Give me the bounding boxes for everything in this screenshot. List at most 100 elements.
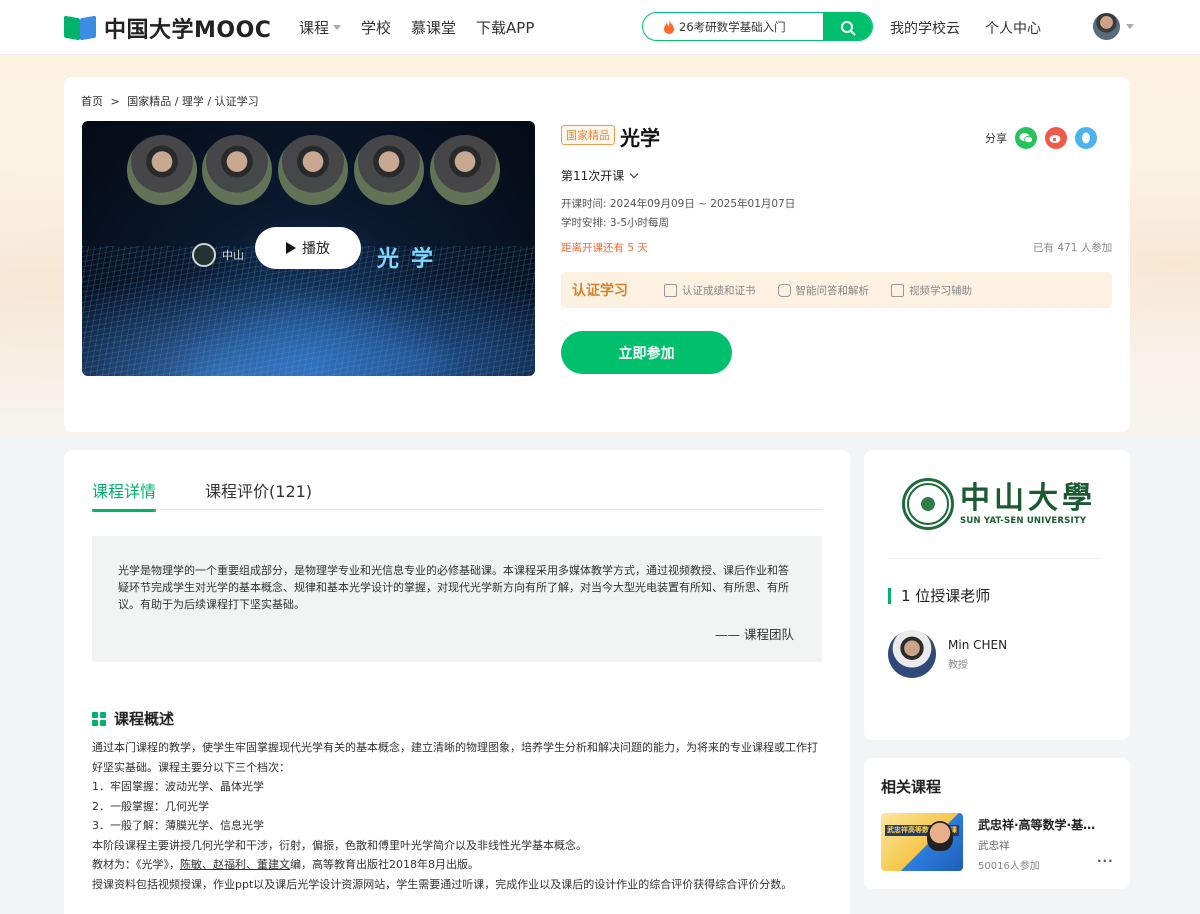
teacher-name: Min CHEN xyxy=(948,637,1008,652)
search-bar xyxy=(642,12,873,41)
grid-icon xyxy=(92,711,106,726)
overview-paragraph: 本阶段课程主要讲授几何光学和干涉，衍射，偏振，色散和傅里叶光学简介以及非线性光学… xyxy=(92,838,587,852)
session-selector[interactable]: 第11次开课 xyxy=(561,167,639,184)
play-icon xyxy=(286,242,296,254)
search-input[interactable] xyxy=(679,13,811,40)
cert-feature-label: 认证成绩和证书 xyxy=(682,284,756,297)
play-label: 播放 xyxy=(302,241,330,257)
related-courses-card: 相关课程 武忠祥高等数学基础课 武忠祥·高等数学·基础篇 武忠祥 50016人参… xyxy=(864,758,1130,889)
qq-share-icon[interactable] xyxy=(1075,127,1097,149)
nav-moocketang[interactable]: 慕课堂 xyxy=(411,17,456,38)
breadcrumb: 首页 > 国家精品 / 理学 / 认证学习 xyxy=(81,93,263,109)
teacher-count-heading: 1 位授课老师 xyxy=(888,585,990,606)
personal-center-link[interactable]: 个人中心 xyxy=(985,18,1041,38)
textbook-prefix: 教材为：《光学》， xyxy=(92,858,180,871)
weibo-icon xyxy=(1049,135,1061,143)
top-navbar: 中国大学MOOC 课程 学校 慕课堂 下载APP 我的学校云 个人中心 xyxy=(0,0,1200,55)
certification-bar: 认证学习 认证成绩和证书 智能问答和解析 视频学习辅助 xyxy=(561,272,1112,308)
accent-bar xyxy=(888,587,891,604)
related-course-thumbnail[interactable]: 武忠祥高等数学基础课 xyxy=(881,813,963,871)
wechat-icon xyxy=(1019,133,1033,144)
course-video-player[interactable]: 中山 光学 播放 xyxy=(82,121,535,376)
related-course-title[interactable]: 武忠祥·高等数学·基础篇 xyxy=(978,816,1103,833)
teacher-item[interactable]: Min CHEN 教授 xyxy=(888,630,1007,678)
weibo-share-icon[interactable] xyxy=(1045,127,1067,149)
related-course-author: 武忠祥 xyxy=(978,840,1010,852)
related-course-participants: 50016人参加 xyxy=(978,861,1040,872)
detail-tabs: 课程详情 课程评价(121) xyxy=(92,478,822,512)
more-options-icon[interactable]: ··· xyxy=(1097,854,1114,868)
textbook-authors: 陈敏、赵福利、董建文 xyxy=(180,858,290,871)
user-links: 我的学校云 个人中心 xyxy=(890,18,1041,38)
overview-list-item: 1．牢固掌握：波动光学、晶体光学 xyxy=(92,780,264,793)
teacher-portrait xyxy=(430,135,500,205)
textbook-line: 教材为：《光学》，陈敏、赵福利、董建文编，高等教育出版社2018年8月出版。 xyxy=(92,855,822,875)
university-seal-icon xyxy=(192,243,216,267)
cert-feature-ai-qa[interactable]: 智能问答和解析 xyxy=(777,283,870,298)
tab-course-details[interactable]: 课程详情 xyxy=(92,478,157,512)
main-nav: 课程 学校 慕课堂 下载APP xyxy=(299,17,534,38)
overview-list-item: 2．一般掌握：几何光学 xyxy=(92,799,209,813)
certification-title: 认证学习 xyxy=(572,283,628,299)
logo-book-icon xyxy=(64,15,98,41)
video-logo-text: 中山 xyxy=(222,249,244,262)
breadcrumb-category[interactable]: 国家精品 / 理学 / 认证学习 xyxy=(127,95,258,108)
join-course-button[interactable]: 立即参加 xyxy=(561,331,732,374)
caret-down-icon[interactable] xyxy=(1126,24,1134,29)
qq-icon xyxy=(1082,132,1090,143)
breadcrumb-separator: > xyxy=(110,95,120,108)
university-logo[interactable]: 中山大學 SUN YAT-SEN UNIVERSITY xyxy=(902,478,1096,530)
university-name-cn: 中山大學 xyxy=(960,481,1096,516)
chevron-down-icon xyxy=(630,169,639,179)
cert-feature-label: 视频学习辅助 xyxy=(909,284,972,297)
search-button[interactable] xyxy=(823,13,872,40)
teacher-avatar xyxy=(888,630,936,678)
teacher-portrait xyxy=(354,135,424,205)
cert-feature-label: 智能问答和解析 xyxy=(795,284,870,297)
textbook-suffix: 编，高等教育出版社2018年8月出版。 xyxy=(290,858,479,871)
cert-feature-video-assist[interactable]: 视频学习辅助 xyxy=(891,283,972,298)
share-bar: 分享 xyxy=(985,127,1097,149)
share-label: 分享 xyxy=(985,132,1007,145)
course-overview-text: 通过本门课程的教学，使学生牢固掌握现代光学有关的基本概念，建立清晰的物理图象，培… xyxy=(92,738,822,894)
participant-count: 已有 471 人参加 xyxy=(1033,242,1113,254)
overview-title: 课程概述 xyxy=(114,710,175,728)
certificate-icon xyxy=(664,283,677,297)
tab-course-reviews[interactable]: 课程评价(121) xyxy=(205,478,312,509)
site-logo[interactable]: 中国大学MOOC xyxy=(64,12,271,44)
video-title: 光学 xyxy=(377,247,446,272)
nav-courses[interactable]: 课程 xyxy=(299,17,342,38)
robot-icon xyxy=(777,283,791,297)
teacher-portrait xyxy=(202,135,272,205)
instructor-photo xyxy=(927,821,953,851)
overview-heading: 课程概述 xyxy=(92,708,174,729)
nav-schools[interactable]: 学校 xyxy=(361,17,391,38)
logo-text: 中国大学MOOC xyxy=(104,18,272,43)
cert-feature-certificate[interactable]: 认证成绩和证书 xyxy=(664,283,756,298)
play-button[interactable]: 播放 xyxy=(255,227,361,269)
nav-courses-label: 课程 xyxy=(299,19,330,37)
wechat-share-icon[interactable] xyxy=(1015,127,1037,149)
schedule: 学时安排: 3-5小时每周 xyxy=(561,217,670,229)
breadcrumb-home[interactable]: 首页 xyxy=(81,95,103,108)
search-icon xyxy=(840,20,855,35)
university-seal-icon xyxy=(902,478,954,530)
teacher-title: 教授 xyxy=(948,659,968,671)
overview-paragraph: 授课资料包括视频授课，作业ppt以及课后光学设计资源网站，学生需要通过听课，完成… xyxy=(92,877,793,891)
overview-list-item: 3．一般了解：薄膜光学、信息光学 xyxy=(92,819,264,832)
nav-download-app[interactable]: 下载APP xyxy=(476,17,534,38)
national-quality-badge: 国家精品 xyxy=(561,125,615,145)
open-time: 开课时间: 2024年09月09日 ~ 2025年01月07日 xyxy=(561,198,796,210)
session-label: 第11次开课 xyxy=(561,169,625,183)
teacher-portrait xyxy=(127,135,197,205)
teacher-portrait xyxy=(278,135,348,205)
related-courses-title: 相关课程 xyxy=(881,778,942,796)
university-name-en: SUN YAT-SEN UNIVERSITY xyxy=(960,516,1087,526)
course-intro-text: 光学是物理学的一个重要组成部分，是物理学专业和光信息专业的必修基础课。本课程采用… xyxy=(118,564,789,611)
teacher-count: 1 位授课老师 xyxy=(901,587,991,605)
user-avatar[interactable] xyxy=(1093,13,1120,40)
my-school-cloud-link[interactable]: 我的学校云 xyxy=(890,18,960,38)
countdown-text: 距离开课还有 5 天 xyxy=(561,242,648,254)
course-intro-box: 光学是物理学的一个重要组成部分，是物理学专业和光信息专业的必修基础课。本课程采用… xyxy=(92,536,822,662)
teacher-card: 中山大學 SUN YAT-SEN UNIVERSITY 1 位授课老师 Min … xyxy=(864,450,1130,740)
